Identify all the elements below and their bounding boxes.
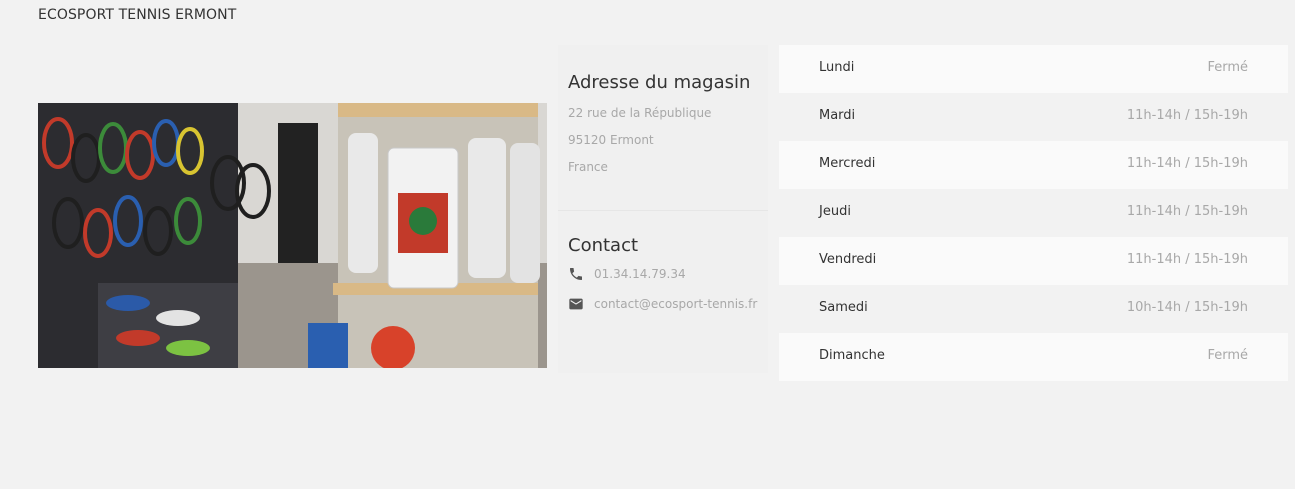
hours-row: Mardi 11h-14h / 15h-19h [779,93,1288,141]
store-photo [38,103,547,368]
time-label: 10h-14h / 15h-19h [1126,300,1248,315]
time-label: 11h-14h / 15h-19h [1126,156,1248,171]
address-city: 95120 Ermont [568,133,654,147]
day-label: Mercredi [819,156,876,171]
hours-row: Dimanche Fermé [779,333,1288,381]
opening-hours: Lundi Fermé Mardi 11h-14h / 15h-19h Merc… [779,45,1288,381]
address-country: France [568,160,608,174]
address-street: 22 rue de la République [568,106,712,120]
day-label: Vendredi [819,252,877,267]
time-label: 11h-14h / 15h-19h [1126,108,1248,123]
time-label: 11h-14h / 15h-19h [1126,252,1248,267]
store-title: ECOSPORT TENNIS ERMONT [38,7,237,23]
day-label: Jeudi [819,204,851,219]
day-label: Dimanche [819,348,885,363]
email-address[interactable]: contact@ecosport-tennis.fr [594,294,758,314]
hours-row: Samedi 10h-14h / 15h-19h [779,285,1288,333]
phone-row[interactable]: 01.34.14.79.34 [568,264,758,284]
store-info: Adresse du magasin 22 rue de la Républiq… [558,45,768,373]
mail-icon [568,296,584,312]
day-label: Lundi [819,60,855,75]
address-heading: Adresse du magasin [568,72,751,93]
contact-section: Contact 01.34.14.79.34 contact@ecosport-… [558,213,768,373]
time-label: 11h-14h / 15h-19h [1126,204,1248,219]
phone-icon [568,266,584,282]
address-section: Adresse du magasin 22 rue de la Républiq… [558,45,768,211]
time-label: Fermé [1207,60,1248,75]
time-label: Fermé [1207,348,1248,363]
contact-heading: Contact [568,235,639,256]
day-label: Samedi [819,300,868,315]
hours-row: Jeudi 11h-14h / 15h-19h [779,189,1288,237]
day-label: Mardi [819,108,856,123]
hours-row: Vendredi 11h-14h / 15h-19h [779,237,1288,285]
phone-number[interactable]: 01.34.14.79.34 [594,264,758,284]
email-row[interactable]: contact@ecosport-tennis.fr [568,294,758,314]
hours-row: Mercredi 11h-14h / 15h-19h [779,141,1288,189]
hours-row: Lundi Fermé [779,45,1288,93]
